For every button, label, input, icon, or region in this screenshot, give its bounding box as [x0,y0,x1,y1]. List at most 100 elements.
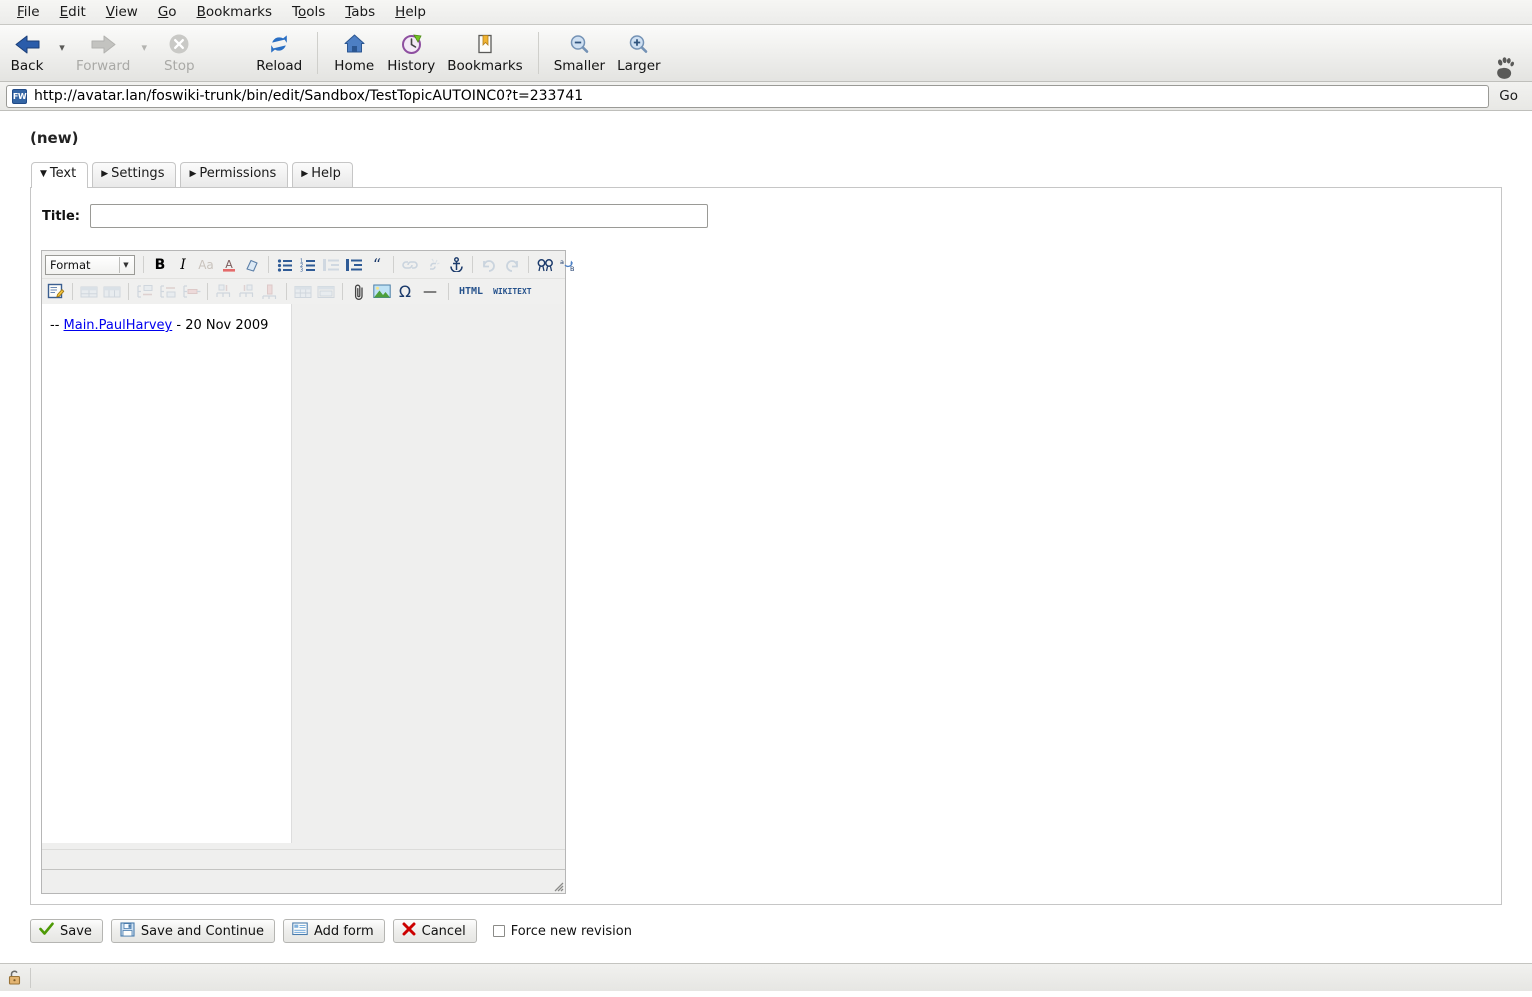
forward-history-dropdown[interactable]: ▾ [136,41,152,54]
format-select[interactable]: Format ▼ [45,254,135,275]
bold-icon[interactable]: B [149,254,171,275]
page-title: (new) [30,129,79,147]
back-button[interactable]: Back [0,29,54,74]
edit-source-icon[interactable] [45,281,67,302]
zoom-in-label: Larger [617,58,661,74]
save-button[interactable]: Save [30,919,103,943]
tab-permissions[interactable]: ▶ Permissions [180,162,289,187]
location-bar: FW http://avatar.lan/foswiki-trunk/bin/e… [0,82,1532,111]
menu-bar: File Edit View Go Bookmarks Tools Tabs H… [0,0,1532,25]
wiki-text-line1: WIKI [493,286,513,296]
bookmarks-label: Bookmarks [447,58,523,74]
add-form-label: Add form [314,923,374,939]
home-button[interactable]: Home [327,29,381,74]
history-button[interactable]: History [381,29,441,74]
anchor-icon[interactable] [445,254,467,275]
chevron-down-icon: ▼ [119,256,132,273]
zoom-in-button[interactable]: Larger [611,29,667,74]
menu-item-tabs[interactable]: Tabs [335,1,385,24]
undo-icon[interactable] [478,254,500,275]
stop-label: Stop [163,58,195,74]
menu-item-go[interactable]: Go [148,1,187,24]
toolbar-divider [472,256,473,273]
text-color-icon[interactable]: A [218,254,240,275]
insert-table-icon[interactable] [292,281,314,302]
tab-text[interactable]: ▼ Text [31,162,89,188]
toolbar-separator-1 [317,32,319,74]
save-and-continue-label: Save and Continue [140,923,265,939]
insert-row-after-icon[interactable] [157,281,179,302]
table-cell-split-icon[interactable] [101,281,123,302]
svg-text:a: a [560,258,564,266]
url-input[interactable]: FW http://avatar.lan/foswiki-trunk/bin/e… [6,84,1490,108]
table-cell-merge-icon[interactable] [78,281,100,302]
menu-item-edit[interactable]: Edit [50,1,96,24]
horizontal-rule-icon[interactable]: — [417,281,443,302]
menu-item-bookmarks[interactable]: Bookmarks [187,1,282,24]
forward-button[interactable]: Forward [70,29,136,74]
insert-image-icon[interactable] [371,281,393,302]
back-label: Back [10,58,44,74]
link-icon[interactable] [399,254,421,275]
user-link[interactable]: Main.PaulHarvey [64,318,173,333]
resize-grip[interactable] [551,879,564,892]
insert-row-before-icon[interactable] [134,281,156,302]
font-size-icon[interactable]: Aa [195,254,217,275]
remove-format-eraser-icon[interactable] [241,254,263,275]
forward-label: Forward [76,58,131,74]
blockquote-icon[interactable]: “ [366,254,388,275]
wysiwyg-editor: Format ▼ B I Aa A 1 2 3 “ a B Ω — HTML W… [41,250,574,894]
delete-row-icon[interactable] [180,281,202,302]
replace-icon[interactable]: a B [557,254,579,275]
favicon-icon: FW [12,88,27,104]
toolbar-divider [286,283,287,300]
reload-button[interactable]: Reload [250,29,308,74]
force-new-revision-checkbox[interactable] [492,925,505,937]
title-label: Title: [42,208,81,224]
menu-item-help[interactable]: Help [385,1,436,24]
bulleted-list-icon[interactable] [274,254,296,275]
back-history-dropdown[interactable]: ▾ [54,41,70,54]
redo-icon[interactable] [501,254,523,275]
unlink-icon[interactable] [422,254,444,275]
zoom-out-button[interactable]: Smaller [548,29,611,74]
outdent-icon[interactable] [320,254,342,275]
stop-button[interactable]: Stop [152,29,206,74]
browser-status-bar [0,963,1532,991]
bookmarks-icon [474,31,496,57]
unlocked-padlock-icon [4,967,26,989]
indent-icon[interactable] [343,254,365,275]
toolbar-divider [393,256,394,273]
italic-icon[interactable]: I [172,254,194,275]
menu-item-file[interactable]: File [7,1,50,24]
bookmarks-button[interactable]: Bookmarks [441,29,528,74]
wiki-text-button[interactable]: WIKI TEXT [489,281,536,302]
cancel-button[interactable]: Cancel [392,919,477,943]
html-source-button[interactable]: HTML [454,281,488,302]
find-icon[interactable] [534,254,556,275]
add-form-button[interactable]: Add form [283,919,385,943]
red-x-icon [402,922,416,940]
editor-canvas[interactable]: -- Main.PaulHarvey - 20 Nov 2009 [42,304,292,843]
save-and-continue-button[interactable]: Save and Continue [110,919,276,943]
insert-column-before-icon[interactable] [213,281,235,302]
tab-settings[interactable]: ▶ Settings [92,162,177,187]
zoom-out-icon [568,31,591,57]
table-properties-icon[interactable] [315,281,337,302]
menu-item-view[interactable]: View [96,1,148,24]
numbered-list-icon[interactable]: 1 2 3 [297,254,319,275]
special-character-icon[interactable]: Ω [394,281,416,302]
history-icon [400,31,423,57]
delete-column-icon[interactable] [259,281,281,302]
title-input[interactable] [90,204,709,228]
toolbar-divider [448,283,449,300]
go-button[interactable]: Go [1495,88,1526,104]
menu-item-tools[interactable]: Tools [282,1,335,24]
tab-help[interactable]: ▶ Help [292,162,353,187]
tab-text-label: Text [49,166,77,181]
attachment-paperclip-icon[interactable] [348,281,370,302]
insert-column-after-icon[interactable] [236,281,258,302]
form-icon [292,922,308,940]
force-new-revision-control[interactable]: Force new revision [492,924,632,939]
green-check-icon [39,922,54,940]
